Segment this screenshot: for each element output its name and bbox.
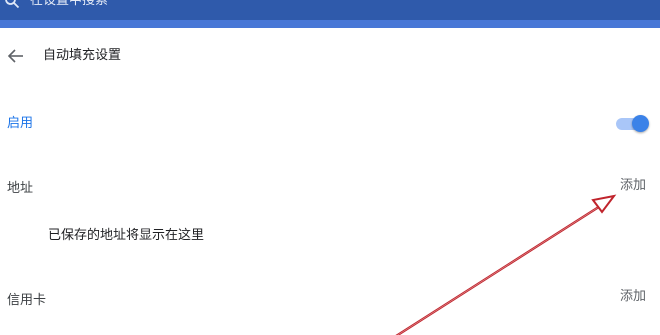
header-divider [0,20,660,28]
add-credit-card-button[interactable]: 添加 [620,287,646,307]
autofill-settings-page: 在设置中搜索 自动填充设置 启用 地址 添加 已保存的地址将显示在这里 信用卡 … [0,0,660,335]
toggle-knob [632,115,649,132]
address-section-label: 地址 [7,181,34,196]
back-arrow-icon[interactable] [5,45,27,67]
enable-toggle[interactable] [616,114,650,134]
page-title: 自动填充设置 [43,48,122,63]
search-bar[interactable]: 在设置中搜索 [0,0,660,20]
address-empty-message: 已保存的地址将显示在这里 [48,228,205,243]
search-icon [5,0,20,9]
add-address-button[interactable]: 添加 [620,176,646,196]
search-input[interactable]: 在设置中搜索 [30,0,108,9]
credit-card-section-label: 信用卡 [7,293,47,308]
enable-label: 启用 [7,116,34,131]
